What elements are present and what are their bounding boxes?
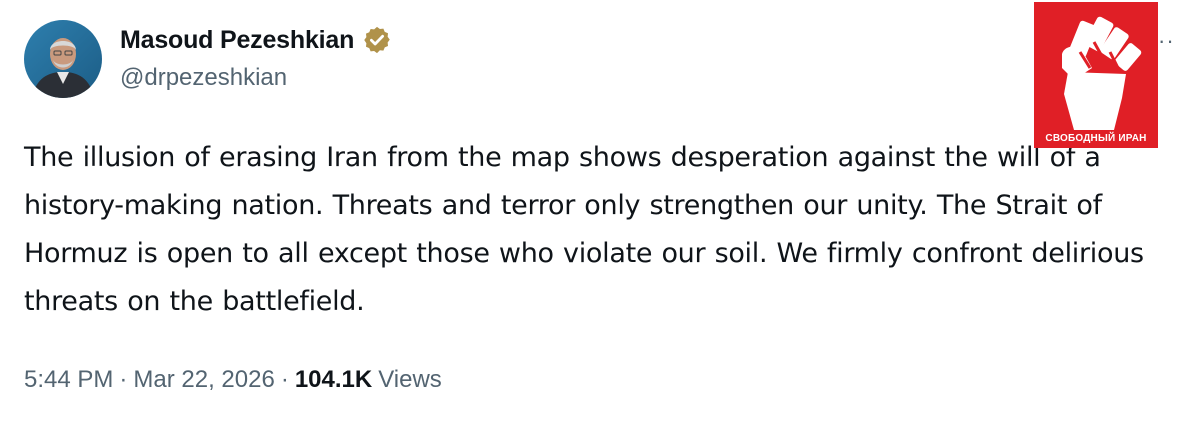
verified-badge-icon: [364, 26, 390, 54]
watermark-logo: СВОБОДНЫЙ ИРАН: [1034, 2, 1158, 148]
more-options-icon[interactable]: ··: [1158, 28, 1175, 54]
views-label: Views: [378, 366, 442, 393]
author-handle[interactable]: @drpezeshkian: [120, 64, 287, 92]
tweet-text: The illusion of erasing Iran from the ma…: [24, 142, 1144, 317]
tweet-card: Masoud Pezeshkian @drpezeshkian ·· The i…: [0, 0, 1200, 426]
views-count[interactable]: 104.1K: [295, 366, 372, 394]
avatar-photo: [24, 20, 102, 98]
meta-separator: ·: [119, 366, 128, 393]
meta-separator: ·: [280, 366, 289, 393]
watermark-label: СВОБОДНЫЙ ИРАН: [1045, 133, 1147, 144]
tweet-time[interactable]: 5:44 PM: [24, 366, 113, 394]
author-name-row[interactable]: Masoud Pezeshkian: [120, 22, 392, 58]
tweet-date[interactable]: Mar 22, 2026: [133, 366, 274, 394]
raised-fist-icon: [1062, 16, 1142, 130]
display-name[interactable]: Masoud Pezeshkian: [120, 26, 354, 55]
avatar[interactable]: [24, 20, 102, 98]
tweet-meta: 5:44 PM · Mar 22, 2026 · 104.1K Views: [24, 366, 442, 394]
